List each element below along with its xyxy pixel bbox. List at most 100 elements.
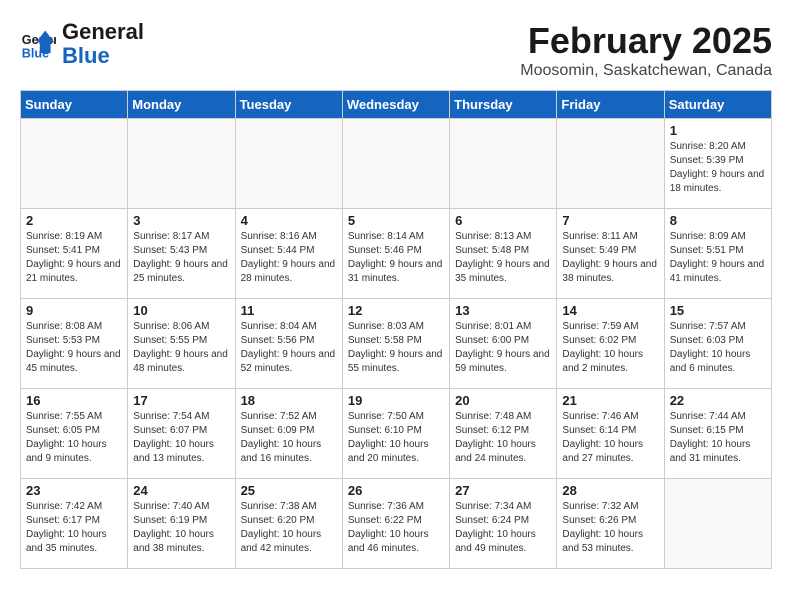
day-number: 21 — [562, 393, 658, 408]
calendar-cell: 5Sunrise: 8:14 AM Sunset: 5:46 PM Daylig… — [342, 209, 449, 299]
calendar-cell: 17Sunrise: 7:54 AM Sunset: 6:07 PM Dayli… — [128, 389, 235, 479]
day-info: Sunrise: 7:46 AM Sunset: 6:14 PM Dayligh… — [562, 410, 658, 466]
calendar-cell: 21 Sunrise: 7:46 AM Sunset: 6:14 PM Dayli… — [557, 389, 664, 479]
logo-blue-text: Blue — [62, 43, 110, 68]
day-number: 11 — [241, 303, 337, 318]
day-number: 20 — [455, 393, 551, 408]
day-number: 5 — [348, 213, 444, 228]
calendar-table: SundayMondayTuesdayWednesdayThursdayFrid… — [20, 90, 772, 569]
calendar-cell — [21, 119, 128, 209]
day-info: Sunrise: 7:42 AM Sunset: 6:17 PM Dayligh… — [26, 500, 122, 556]
day-number: 14 — [562, 303, 658, 318]
calendar-cell: 28 Sunrise: 7:32 AM Sunset: 6:26 PM Dayli… — [557, 479, 664, 569]
day-info: Sunrise: 7:44 AM Sunset: 6:15 PM Dayligh… — [670, 410, 766, 466]
day-info: Sunrise: 8:11 AM Sunset: 5:49 PM Dayligh… — [562, 230, 658, 286]
day-info: Sunrise: 7:57 AM Sunset: 6:03 PM Dayligh… — [670, 320, 766, 376]
day-number: 23 — [26, 483, 122, 498]
day-number: 3 — [133, 213, 229, 228]
calendar-cell — [128, 119, 235, 209]
header: General Blue General Blue February 2025 … — [20, 20, 772, 80]
calendar-cell: 3 Sunrise: 8:17 AM Sunset: 5:43 PM Daylig… — [128, 209, 235, 299]
day-number: 12 — [348, 303, 444, 318]
day-number: 15 — [670, 303, 766, 318]
week-row-3: 9 Sunrise: 8:08 AM Sunset: 5:53 PM Daylig… — [21, 299, 772, 389]
calendar-cell: 10Sunrise: 8:06 AM Sunset: 5:55 PM Dayli… — [128, 299, 235, 389]
calendar-cell: 26 Sunrise: 7:36 AM Sunset: 6:22 PM Dayli… — [342, 479, 449, 569]
week-row-5: 23 Sunrise: 7:42 AM Sunset: 6:17 PM Dayli… — [21, 479, 772, 569]
day-info: Sunrise: 8:09 AM Sunset: 5:51 PM Dayligh… — [670, 230, 766, 286]
calendar-cell — [664, 479, 771, 569]
day-info: Sunrise: 8:20 AM Sunset: 5:39 PM Dayligh… — [670, 140, 766, 196]
day-info: Sunrise: 7:32 AM Sunset: 6:26 PM Dayligh… — [562, 500, 658, 556]
day-info: Sunrise: 7:48 AM Sunset: 6:12 PM Dayligh… — [455, 410, 551, 466]
day-info: Sunrise: 8:06 AM Sunset: 5:55 PM Dayligh… — [133, 320, 229, 376]
calendar-cell: 13Sunrise: 8:01 AM Sunset: 6:00 PM Dayli… — [450, 299, 557, 389]
day-info: Sunrise: 7:54 AM Sunset: 6:07 PM Dayligh… — [133, 410, 229, 466]
day-info: Sunrise: 8:03 AM Sunset: 5:58 PM Dayligh… — [348, 320, 444, 376]
calendar-cell — [342, 119, 449, 209]
day-info: Sunrise: 8:19 AM Sunset: 5:41 PM Dayligh… — [26, 230, 122, 286]
week-row-2: 2Sunrise: 8:19 AM Sunset: 5:41 PM Daylig… — [21, 209, 772, 299]
calendar-cell: 7 Sunrise: 8:11 AM Sunset: 5:49 PM Daylig… — [557, 209, 664, 299]
calendar-cell — [557, 119, 664, 209]
day-number: 7 — [562, 213, 658, 228]
calendar-cell: 20 Sunrise: 7:48 AM Sunset: 6:12 PM Dayli… — [450, 389, 557, 479]
header-cell-sunday: Sunday — [21, 91, 128, 119]
day-info: Sunrise: 8:08 AM Sunset: 5:53 PM Dayligh… — [26, 320, 122, 376]
calendar-cell: 2Sunrise: 8:19 AM Sunset: 5:41 PM Daylig… — [21, 209, 128, 299]
calendar-cell: 22 Sunrise: 7:44 AM Sunset: 6:15 PM Dayli… — [664, 389, 771, 479]
calendar-cell — [450, 119, 557, 209]
header-cell-thursday: Thursday — [450, 91, 557, 119]
calendar-body: 1 Sunrise: 8:20 AM Sunset: 5:39 PM Daylig… — [21, 119, 772, 569]
day-number: 6 — [455, 213, 551, 228]
calendar-cell: 23 Sunrise: 7:42 AM Sunset: 6:17 PM Dayli… — [21, 479, 128, 569]
day-info: Sunrise: 8:17 AM Sunset: 5:43 PM Dayligh… — [133, 230, 229, 286]
calendar-cell: 16 Sunrise: 7:55 AM Sunset: 6:05 PM Dayli… — [21, 389, 128, 479]
logo-text: General Blue — [62, 20, 144, 68]
calendar-cell: 14Sunrise: 7:59 AM Sunset: 6:02 PM Dayli… — [557, 299, 664, 389]
day-info: Sunrise: 8:13 AM Sunset: 5:48 PM Dayligh… — [455, 230, 551, 286]
calendar-cell: 27 Sunrise: 7:34 AM Sunset: 6:24 PM Dayli… — [450, 479, 557, 569]
week-row-1: 1 Sunrise: 8:20 AM Sunset: 5:39 PM Daylig… — [21, 119, 772, 209]
calendar-cell: 19 Sunrise: 7:50 AM Sunset: 6:10 PM Dayli… — [342, 389, 449, 479]
day-number: 8 — [670, 213, 766, 228]
day-info: Sunrise: 7:50 AM Sunset: 6:10 PM Dayligh… — [348, 410, 444, 466]
day-info: Sunrise: 7:34 AM Sunset: 6:24 PM Dayligh… — [455, 500, 551, 556]
logo-general-text: General — [62, 19, 144, 44]
day-number: 24 — [133, 483, 229, 498]
day-number: 13 — [455, 303, 551, 318]
logo: General Blue General Blue — [20, 20, 144, 68]
location-subtitle: Moosomin, Saskatchewan, Canada — [520, 62, 772, 80]
calendar-cell: 15 Sunrise: 7:57 AM Sunset: 6:03 PM Dayli… — [664, 299, 771, 389]
day-number: 27 — [455, 483, 551, 498]
title-area: February 2025 Moosomin, Saskatchewan, Ca… — [520, 20, 772, 80]
day-number: 16 — [26, 393, 122, 408]
day-info: Sunrise: 7:40 AM Sunset: 6:19 PM Dayligh… — [133, 500, 229, 556]
day-number: 28 — [562, 483, 658, 498]
day-number: 1 — [670, 123, 766, 138]
calendar-cell: 4 Sunrise: 8:16 AM Sunset: 5:44 PM Daylig… — [235, 209, 342, 299]
day-number: 19 — [348, 393, 444, 408]
calendar-cell: 18Sunrise: 7:52 AM Sunset: 6:09 PM Dayli… — [235, 389, 342, 479]
day-number: 22 — [670, 393, 766, 408]
day-number: 26 — [348, 483, 444, 498]
calendar-cell: 11Sunrise: 8:04 AM Sunset: 5:56 PM Dayli… — [235, 299, 342, 389]
header-cell-wednesday: Wednesday — [342, 91, 449, 119]
week-row-4: 16 Sunrise: 7:55 AM Sunset: 6:05 PM Dayli… — [21, 389, 772, 479]
day-info: Sunrise: 7:36 AM Sunset: 6:22 PM Dayligh… — [348, 500, 444, 556]
header-cell-monday: Monday — [128, 91, 235, 119]
day-number: 25 — [241, 483, 337, 498]
day-number: 4 — [241, 213, 337, 228]
header-cell-tuesday: Tuesday — [235, 91, 342, 119]
day-info: Sunrise: 7:52 AM Sunset: 6:09 PM Dayligh… — [241, 410, 337, 466]
day-info: Sunrise: 8:16 AM Sunset: 5:44 PM Dayligh… — [241, 230, 337, 286]
day-number: 9 — [26, 303, 122, 318]
calendar-cell: 1 Sunrise: 8:20 AM Sunset: 5:39 PM Daylig… — [664, 119, 771, 209]
header-cell-friday: Friday — [557, 91, 664, 119]
calendar-cell: 6 Sunrise: 8:13 AM Sunset: 5:48 PM Daylig… — [450, 209, 557, 299]
header-cell-saturday: Saturday — [664, 91, 771, 119]
calendar-cell: 25 Sunrise: 7:38 AM Sunset: 6:20 PM Dayli… — [235, 479, 342, 569]
day-info: Sunrise: 7:55 AM Sunset: 6:05 PM Dayligh… — [26, 410, 122, 466]
calendar-cell: 9 Sunrise: 8:08 AM Sunset: 5:53 PM Daylig… — [21, 299, 128, 389]
day-info: Sunrise: 7:38 AM Sunset: 6:20 PM Dayligh… — [241, 500, 337, 556]
